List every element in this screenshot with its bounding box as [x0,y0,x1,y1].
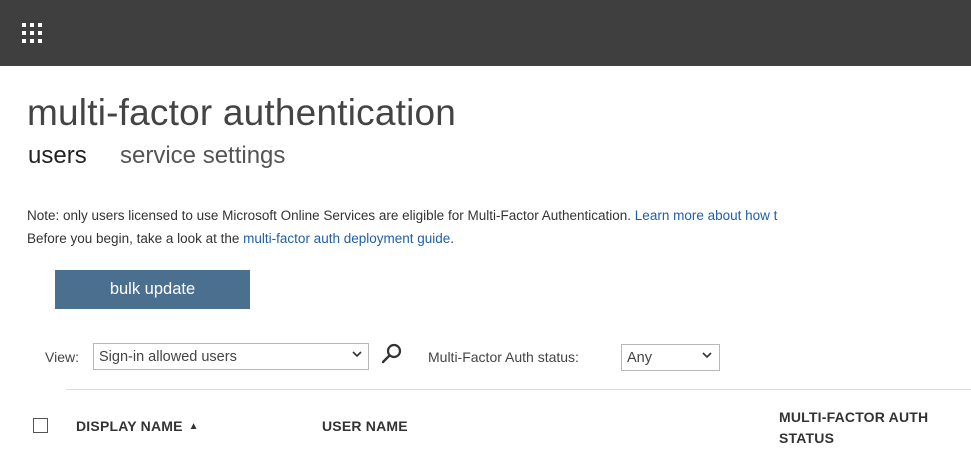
table-divider [66,389,971,390]
column-header-display-name[interactable]: DISPLAY NAME ▲ [76,418,199,434]
license-note-text: Note: only users licensed to use Microso… [27,208,632,223]
column-header-mfa-status[interactable]: MULTI-FACTOR AUTH STATUS [779,407,959,449]
view-label: View: [45,349,79,365]
view-dropdown[interactable]: Sign-in allowed users [93,343,369,370]
mfa-status-dropdown[interactable]: Any [621,344,720,371]
select-all-checkbox[interactable] [33,418,48,433]
app-launcher-icon[interactable] [22,23,42,43]
column-header-user-name[interactable]: USER NAME [322,418,408,434]
tab-users[interactable]: users [28,142,87,170]
chevron-down-icon [352,351,362,358]
page-title: multi-factor authentication [27,92,457,133]
deployment-note-end: . [450,231,455,246]
mfa-status-label: Multi-Factor Auth status: [428,349,579,365]
bulk-update-button[interactable]: bulk update [55,270,250,309]
chevron-down-icon [702,352,712,359]
sort-ascending-icon: ▲ [188,421,199,432]
deployment-note-text: Before you begin, take a look at the [27,231,240,246]
mfa-status-dropdown-value: Any [627,350,652,366]
deployment-guide-link[interactable]: multi-factor auth deployment guide [243,231,450,246]
tab-service-settings[interactable]: service settings [120,142,285,170]
deployment-note: Before you begin, take a look at the mul… [27,231,454,246]
top-navigation-bar [0,0,971,66]
license-note: Note: only users licensed to use Microso… [27,208,777,223]
view-dropdown-value: Sign-in allowed users [99,349,237,365]
column-header-display-name-label: DISPLAY NAME [76,418,183,434]
search-icon[interactable] [380,342,404,366]
learn-more-link[interactable]: Learn more about how t [635,208,778,223]
